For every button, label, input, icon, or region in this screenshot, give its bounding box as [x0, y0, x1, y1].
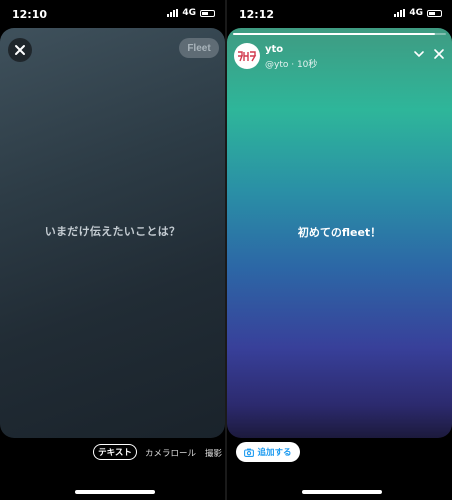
home-indicator [75, 490, 155, 494]
tab-capture[interactable]: 撮影 [205, 447, 222, 459]
tab-camera-roll[interactable]: カメラロール [145, 447, 196, 459]
composer-mode-tabs: テキスト カメラロール 撮影 [0, 444, 225, 462]
battery-icon [427, 9, 442, 17]
signal-icon [167, 9, 179, 17]
fleet-composer-screen: 12:10 4G Fleet いまだけ伝えたいことは？ テキスト カメラロール … [0, 0, 225, 500]
fleet-prompt-placeholder[interactable]: いまだけ伝えたいことは？ [0, 223, 225, 239]
network-label: 4G [182, 8, 196, 18]
fleet-composer-canvas[interactable]: Fleet いまだけ伝えたいことは？ [0, 28, 225, 438]
signal-icon [394, 9, 406, 17]
close-icon[interactable] [432, 46, 446, 60]
fleet-submit-button[interactable]: Fleet [179, 38, 219, 58]
avatar-logo-icon [237, 51, 257, 62]
camera-icon [244, 448, 255, 457]
status-bar: 12:10 4G [0, 0, 225, 28]
fleet-viewer-screen: 12:12 4G yto @yto · 10秒 初めてのfleet！ 追加する [227, 0, 452, 500]
status-time: 12:12 [239, 8, 275, 21]
close-button[interactable] [8, 38, 32, 62]
fleet-progress-fill [233, 33, 436, 35]
network-label: 4G [409, 8, 423, 18]
fleet-viewer-card[interactable]: yto @yto · 10秒 初めてのfleet！ [227, 28, 452, 438]
fleet-content-text: 初めてのfleet！ [297, 226, 382, 239]
status-bar: 12:12 4G [227, 0, 452, 28]
fleet-progress-bar [233, 33, 446, 35]
tab-text[interactable]: テキスト [93, 444, 137, 460]
user-handle-time: @yto · 10秒 [265, 60, 318, 70]
chevron-down-icon[interactable] [412, 46, 426, 60]
user-display-name[interactable]: yto [265, 44, 283, 55]
avatar[interactable] [234, 43, 260, 69]
status-indicators: 4G [167, 8, 215, 18]
status-indicators: 4G [394, 8, 442, 18]
close-icon [15, 45, 25, 55]
battery-icon [200, 9, 215, 17]
status-time: 12:10 [12, 8, 48, 21]
home-indicator [302, 490, 382, 494]
add-fleet-label: 追加する [257, 448, 292, 458]
add-fleet-button[interactable]: 追加する [236, 442, 300, 462]
